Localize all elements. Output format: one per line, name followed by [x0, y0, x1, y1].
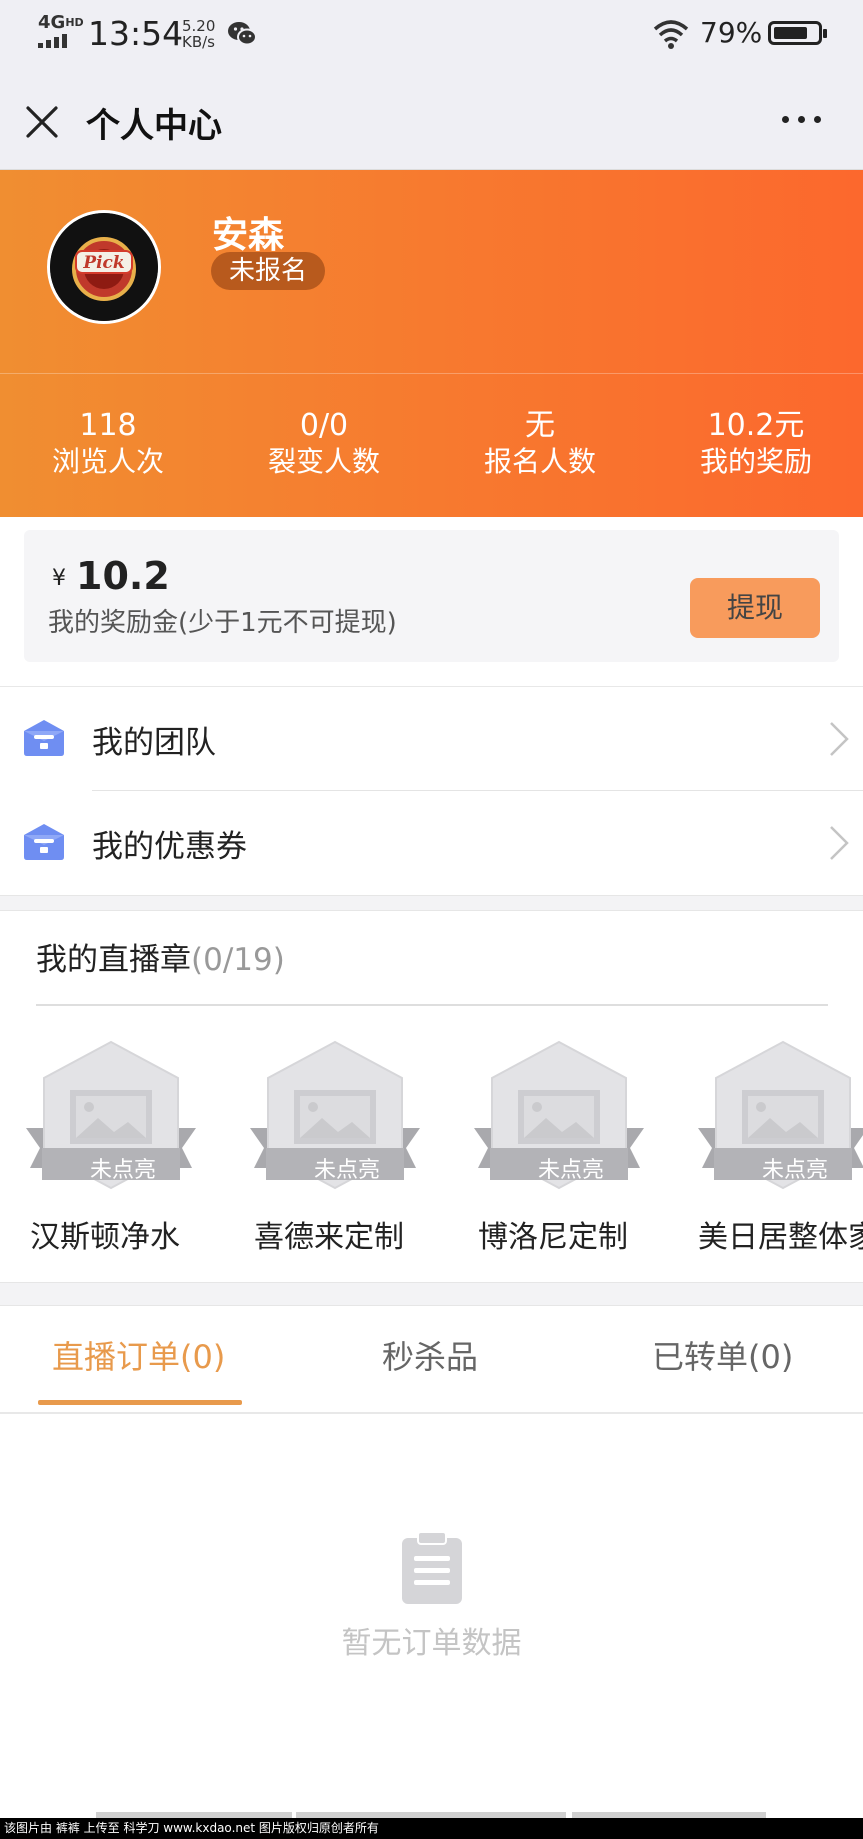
briefcase-icon [24, 824, 64, 860]
badge-name: 美日居整体家 [698, 1220, 863, 1250]
withdraw-button[interactable]: 提现 [690, 578, 820, 638]
reward-amount: 10.2 [76, 554, 170, 598]
close-icon[interactable] [22, 102, 62, 142]
avatar-logo-text: Pick [82, 253, 124, 273]
network-speed: 5.20 KB/s [182, 18, 215, 50]
speed-value: 5.20 [182, 17, 216, 35]
section-gap [0, 1282, 863, 1306]
stat-value: 118 [79, 408, 137, 443]
section-gap [0, 895, 863, 911]
badge-item[interactable]: 未点亮 美日居整体家 [694, 1040, 863, 1250]
network-hd: HD [65, 16, 84, 29]
badges-title-text: 我的直播章 [36, 942, 191, 978]
tab-flash-sale[interactable]: 秒杀品 [382, 1332, 478, 1378]
battery-percent: 79% [700, 16, 763, 49]
menu-item-label: 我的团队 [92, 725, 216, 761]
reward-card: ¥ 10.2 我的奖励金(少于1元不可提现) 提现 [24, 530, 839, 662]
menu-item-my-coupons[interactable]: 我的优惠券 [0, 791, 863, 895]
stat-value: 10.2元 [707, 408, 805, 443]
more-options-icon[interactable] [780, 116, 824, 128]
badge-status: 未点亮 [537, 1158, 604, 1183]
stat-label: 裂变人数 [267, 445, 380, 478]
clock: 13:54 [88, 14, 184, 53]
badge-name: 汉斯顿净水 [30, 1220, 180, 1255]
stat-value: 0/0 [299, 408, 349, 443]
battery-level [774, 27, 807, 39]
badges-section-title: 我的直播章(0/19) [36, 934, 285, 979]
user-name: 安森 [212, 215, 285, 256]
badge-name: 博洛尼定制 [478, 1220, 628, 1255]
stat-label: 浏览人次 [51, 445, 164, 478]
badge-name: 喜德来定制 [254, 1220, 404, 1255]
stat-registrations[interactable]: 无 报名人数 [432, 408, 648, 480]
network-type: 4G [38, 12, 66, 33]
stat-rewards[interactable]: 10.2元 我的奖励 [648, 408, 863, 480]
chevron-right-icon [830, 722, 849, 756]
badge-item[interactable]: 未点亮 汉斯顿净水 [22, 1040, 222, 1255]
badge-status: 未点亮 [761, 1158, 828, 1183]
status-bar: 4GHD 13:54 5.20 KB/s 79% [0, 0, 863, 70]
empty-state-text: 暂无订单数据 [341, 1626, 522, 1661]
stat-referrals[interactable]: 0/0 裂变人数 [216, 408, 432, 480]
watermark: 该图片由 裤裤 上传至 科学刀 www.kxdao.net 图片版权归原创者所有 [0, 1818, 863, 1839]
profile-header: Pick 安森 未报名 118 浏览人次 0/0 裂变人数 无 报名人数 10.… [0, 170, 863, 517]
briefcase-icon [24, 720, 64, 756]
active-tab-indicator [38, 1400, 242, 1405]
wechat-icon [228, 22, 257, 46]
badge-status: 未点亮 [89, 1158, 156, 1183]
signal-icon [38, 34, 78, 48]
clipboard-icon [402, 1531, 462, 1604]
stat-views[interactable]: 118 浏览人次 [0, 408, 216, 480]
wifi-icon [653, 20, 689, 49]
avatar[interactable]: Pick [47, 210, 161, 324]
currency-symbol: ¥ [52, 566, 66, 591]
badge-status: 未点亮 [313, 1158, 380, 1183]
order-tabs: 直播订单(0) 秒杀品 已转单(0) [0, 1306, 863, 1414]
reward-description: 我的奖励金(少于1元不可提现) [48, 608, 397, 638]
profile-divider [0, 373, 863, 374]
stat-label: 我的奖励 [699, 445, 812, 478]
divider [36, 1004, 828, 1006]
speed-unit: KB/s [182, 33, 215, 51]
registration-status-badge: 未报名 [211, 252, 326, 290]
chevron-right-icon [830, 826, 849, 860]
page-title: 个人中心 [86, 106, 222, 146]
stat-label: 报名人数 [483, 445, 596, 478]
tab-live-orders[interactable]: 直播订单(0) [52, 1332, 225, 1378]
battery-icon [768, 21, 827, 45]
badges-count: (0/19) [191, 942, 285, 978]
menu-item-my-team[interactable]: 我的团队 [0, 687, 863, 791]
nav-bar: 个人中心 [0, 70, 863, 170]
stat-value: 无 [525, 408, 555, 443]
badge-item[interactable]: 未点亮 喜德来定制 [246, 1040, 446, 1255]
badge-item[interactable]: 未点亮 博洛尼定制 [470, 1040, 670, 1255]
tab-transferred[interactable]: 已转单(0) [652, 1332, 793, 1378]
pick-logo-icon: Pick [50, 213, 158, 321]
network-indicator: 4GHD [38, 14, 84, 32]
menu-item-label: 我的优惠券 [92, 829, 247, 865]
